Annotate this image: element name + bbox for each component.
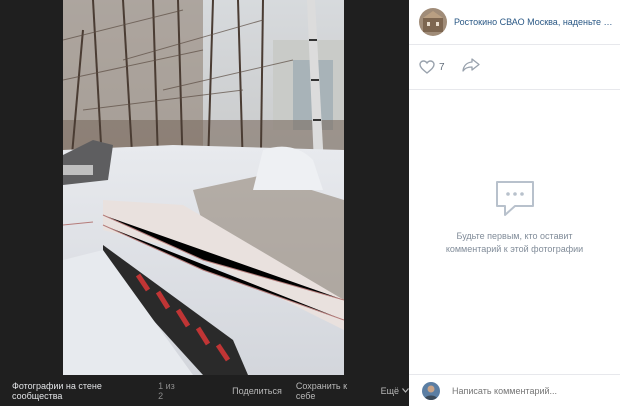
community-avatar[interactable] — [419, 8, 447, 36]
user-avatar — [422, 381, 440, 400]
share-post-button[interactable] — [461, 57, 480, 77]
empty-comments: Будьте первым, кто оставит комментарий к… — [409, 178, 620, 256]
post-actions: 7 — [409, 45, 620, 90]
comment-composer — [409, 374, 620, 406]
empty-text-line1: Будьте первым, кто оставит — [456, 231, 573, 241]
like-button[interactable]: 7 — [419, 60, 445, 74]
save-button[interactable]: Сохранить к себе — [296, 381, 366, 401]
photo-image — [63, 0, 344, 375]
post-header: Ростокино СВАО Москва, наденьте маску — [409, 0, 620, 45]
empty-text-line2: комментарий к этой фотографии — [445, 244, 584, 254]
heart-icon — [419, 60, 435, 74]
avatar-image — [422, 381, 440, 400]
like-count: 7 — [439, 61, 445, 73]
comment-bubble-icon — [495, 181, 534, 216]
photo-counter: 1 из 2 — [158, 380, 175, 401]
community-name[interactable]: Ростокино СВАО Москва, наденьте маску — [454, 17, 614, 27]
comment-input[interactable] — [452, 385, 602, 396]
chevron-down-icon — [402, 388, 409, 393]
photo-viewer: Фотографии на стене сообщества 1 из 2 По… — [0, 0, 409, 406]
album-link[interactable]: Фотографии на стене сообщества — [12, 381, 148, 401]
photo-bottom-bar: Фотографии на стене сообщества 1 из 2 По… — [0, 375, 409, 406]
share-button[interactable]: Поделиться — [232, 386, 282, 396]
avatar-image — [419, 8, 447, 36]
share-arrow-icon — [461, 57, 480, 72]
more-label: Ещё — [380, 385, 399, 396]
photo[interactable] — [63, 0, 344, 375]
side-panel: Ростокино СВАО Москва, наденьте маску 7 … — [409, 0, 620, 406]
more-button[interactable]: Ещё — [381, 386, 409, 396]
